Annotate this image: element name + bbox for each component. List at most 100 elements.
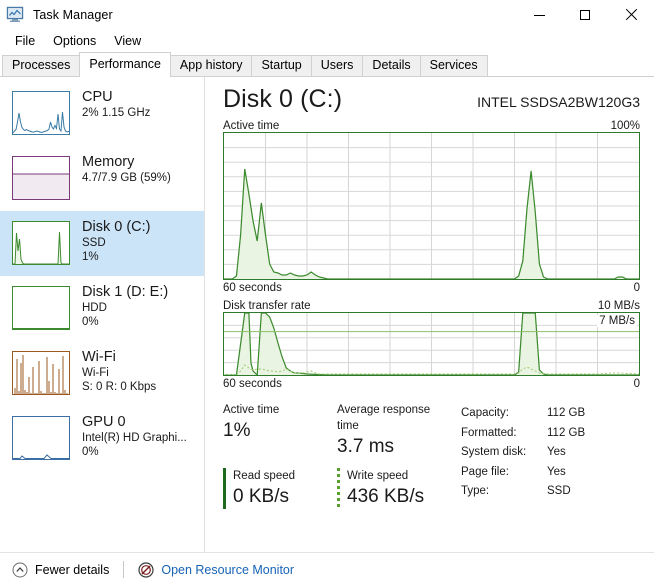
panel-header: Disk 0 (C:) INTEL SSDSA2BW120G3 [223, 85, 640, 114]
disk-detail-panel: Disk 0 (C:) INTEL SSDSA2BW120G3 Active t… [205, 77, 654, 552]
tab-app-history[interactable]: App history [169, 55, 253, 76]
fewer-details-label: Fewer details [35, 562, 110, 577]
stat-average-response-time-caption: Average response time [337, 404, 431, 432]
menu-item-view[interactable]: View [105, 32, 150, 50]
sidebar-item-wifi[interactable]: Wi-Fi Wi-Fi S: 0 R: 0 Kbps [0, 341, 204, 406]
disk-properties: Capacity: 112 GB Formatted: 112 GB Syste… [461, 402, 585, 509]
tab-users[interactable]: Users [310, 55, 364, 76]
menu-item-options[interactable]: Options [44, 32, 105, 50]
transfer-rate-max-label: 10 MB/s [597, 300, 640, 312]
property-page-file: Page file: Yes [461, 463, 585, 483]
sidebar-item-cpu-sub: 2% 1.15 GHz [82, 107, 151, 119]
sidebar-item-wifi-title: Wi-Fi [82, 349, 116, 365]
transfer-rate-graph: 7 MB/s [223, 312, 640, 376]
sidebar-item-gpu0[interactable]: GPU 0 Intel(R) HD Graphi... 0% [0, 406, 204, 471]
gpu0-thumbnail-graph [12, 416, 70, 460]
stat-write-speed-caption: Write speed [347, 470, 409, 482]
stat-average-response-time: Average response time 3.7 ms [337, 402, 451, 459]
window-controls [516, 0, 654, 30]
menu-item-file[interactable]: File [6, 32, 44, 50]
title-bar: Task Manager [0, 0, 654, 30]
stat-read-speed-value: 0 KB/s [233, 486, 289, 507]
sidebar-item-wifi-sub1: Wi-Fi [82, 367, 109, 379]
sidebar-item-gpu0-sub1: Intel(R) HD Graphi... [82, 432, 187, 444]
transfer-rate-axis-left: 60 seconds [223, 378, 282, 390]
transfer-rate-axis: 60 seconds 0 [223, 378, 640, 390]
close-button[interactable] [608, 0, 654, 30]
stat-read-speed-caption: Read speed [233, 470, 296, 482]
active-time-axis: 60 seconds 0 [223, 282, 640, 294]
active-time-graph [223, 132, 640, 280]
tab-processes[interactable]: Processes [2, 55, 81, 76]
read-speed-legend-bar [223, 468, 226, 509]
property-type-value: SSD [547, 485, 571, 497]
active-time-axis-left: 60 seconds [223, 282, 282, 294]
stat-read-speed: Read speed 0 KB/s [223, 468, 337, 509]
property-system-disk-key: System disk: [461, 446, 527, 458]
sidebar-item-memory-text: Memory 4.7/7.9 GB (59%) [82, 153, 171, 185]
menu-bar: File Options View [0, 30, 654, 52]
sidebar-item-disk1[interactable]: Disk 1 (D: E:) HDD 0% [0, 276, 204, 341]
chevron-up-circle-icon [12, 562, 28, 578]
status-divider [123, 561, 125, 578]
disk0-thumbnail-graph [12, 221, 70, 265]
sidebar-item-disk1-sub2: 0% [82, 316, 99, 328]
sidebar-item-disk0-sub1: SSD [82, 237, 106, 249]
stats-left-column: Active time 1% Average response time 3.7… [223, 402, 451, 509]
sidebar-item-memory[interactable]: Memory 4.7/7.9 GB (59%) [0, 146, 204, 211]
transfer-rate-graph-labels: Disk transfer rate 10 MB/s [223, 300, 640, 312]
stat-row-primary: Active time 1% Average response time 3.7… [223, 402, 451, 459]
read-speed-text: Read speed 0 KB/s [233, 468, 295, 509]
tab-services[interactable]: Services [419, 55, 488, 76]
property-system-disk-value: Yes [547, 446, 566, 458]
resource-sidebar: CPU 2% 1.15 GHz Memory 4.7/7.9 GB (59%) [0, 77, 205, 552]
sidebar-item-disk0-title: Disk 0 (C:) [82, 219, 151, 235]
disk-model-label: INTEL SSDSA2BW120G3 [477, 94, 640, 110]
window-title: Task Manager [33, 8, 113, 22]
cpu-thumbnail-graph [12, 91, 70, 135]
sidebar-item-cpu[interactable]: CPU 2% 1.15 GHz [0, 81, 204, 146]
sidebar-item-memory-sub: 4.7/7.9 GB (59%) [82, 172, 171, 184]
transfer-rate-label: Disk transfer rate [223, 300, 311, 312]
active-time-graph-labels: Active time 100% [223, 120, 640, 132]
tab-details[interactable]: Details [362, 55, 421, 76]
transfer-rate-inline-tag: 7 MB/s [597, 315, 637, 327]
property-type-key: Type: [461, 485, 490, 497]
task-manager-window: Task Manager File Options View Processes… [0, 0, 654, 586]
stat-write-speed: Write speed 436 KB/s [337, 468, 451, 509]
page-title: Disk 0 (C:) [223, 85, 343, 113]
property-formatted-value: 112 GB [547, 426, 586, 439]
sidebar-item-memory-title: Memory [82, 154, 135, 170]
wifi-thumbnail-graph [12, 351, 70, 395]
property-formatted: Formatted: 112 GB [461, 424, 585, 444]
property-capacity-key: Capacity: [461, 407, 509, 419]
sidebar-item-disk1-title: Disk 1 (D: E:) [82, 284, 169, 300]
maximize-icon [580, 10, 590, 20]
stat-active-time: Active time 1% [223, 402, 337, 459]
tab-performance[interactable]: Performance [79, 52, 171, 77]
status-bar: Fewer details Open Resource Monitor [0, 552, 654, 586]
memory-thumbnail-graph [12, 156, 70, 200]
tab-startup[interactable]: Startup [251, 55, 312, 76]
maximize-button[interactable] [562, 0, 608, 30]
open-resource-monitor-label: Open Resource Monitor [161, 562, 295, 577]
fewer-details-button[interactable]: Fewer details [8, 560, 113, 580]
sidebar-item-disk0[interactable]: Disk 0 (C:) SSD 1% [0, 211, 204, 276]
sidebar-item-gpu0-text: GPU 0 Intel(R) HD Graphi... 0% [82, 413, 187, 459]
active-time-axis-right: 0 [633, 282, 640, 294]
open-resource-monitor-link[interactable]: Open Resource Monitor [134, 560, 298, 580]
minimize-button[interactable] [516, 0, 562, 30]
property-system-disk: System disk: Yes [461, 443, 585, 463]
active-time-max-label: 100% [610, 120, 640, 132]
write-speed-legend-bar [337, 468, 340, 509]
sidebar-item-disk1-text: Disk 1 (D: E:) HDD 0% [82, 283, 168, 329]
sidebar-item-gpu0-sub2: 0% [82, 446, 99, 458]
stat-active-time-caption: Active time [223, 404, 280, 416]
sidebar-item-disk0-sub2: 1% [82, 251, 99, 263]
property-formatted-key: Formatted: [461, 426, 517, 439]
stat-row-speeds: Read speed 0 KB/s Write speed 436 KB/s [223, 468, 451, 509]
sidebar-item-gpu0-title: GPU 0 [82, 414, 126, 430]
sidebar-item-disk1-sub1: HDD [82, 302, 107, 314]
property-capacity: Capacity: 112 GB [461, 404, 585, 424]
sidebar-item-wifi-text: Wi-Fi Wi-Fi S: 0 R: 0 Kbps [82, 348, 156, 394]
